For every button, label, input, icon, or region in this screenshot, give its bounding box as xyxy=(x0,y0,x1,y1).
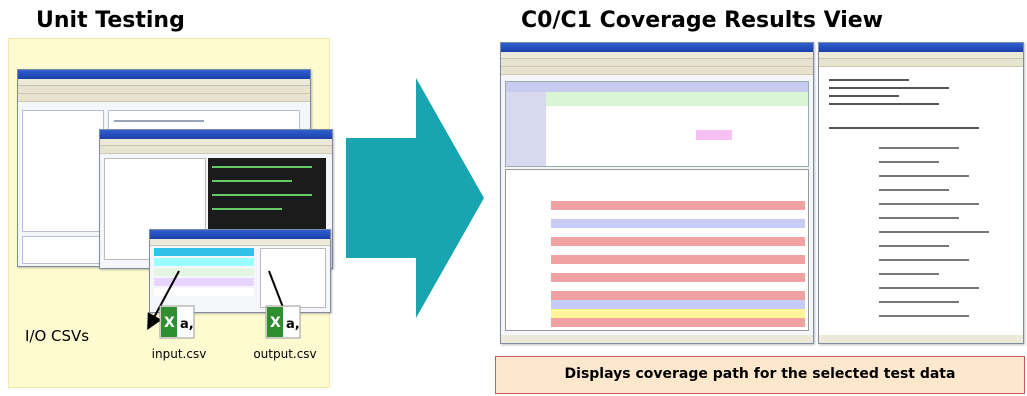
svg-text:a,: a, xyxy=(286,317,300,332)
output-csv-name: output.csv xyxy=(253,347,317,361)
svg-text:X: X xyxy=(270,315,281,331)
svg-text:a,: a, xyxy=(180,317,194,332)
unit-testing-panel: I/O CSVs X a, input.csv X a, output.csv xyxy=(8,38,333,388)
io-csvs-label: I/O CSVs xyxy=(25,327,90,345)
unit-testing-title: Unit Testing xyxy=(36,8,185,33)
caption-box: Displays coverage path for the selected … xyxy=(495,356,1025,394)
caption-text: Displays coverage path for the selected … xyxy=(564,366,956,382)
coverage-window-screenshot xyxy=(500,42,814,344)
output-csv-file[interactable]: X a, output.csv xyxy=(245,305,325,365)
coverage-title: C0/C1 Coverage Results View xyxy=(521,8,884,33)
input-csv-name: input.csv xyxy=(151,347,207,361)
coverage-report-window-screenshot xyxy=(818,42,1024,344)
input-csv-file[interactable]: X a, input.csv xyxy=(139,305,219,365)
excel-csv-icon: X a, xyxy=(159,305,195,339)
svg-text:X: X xyxy=(164,315,175,331)
flow-arrow xyxy=(346,78,484,318)
excel-csv-icon: X a, xyxy=(265,305,301,339)
